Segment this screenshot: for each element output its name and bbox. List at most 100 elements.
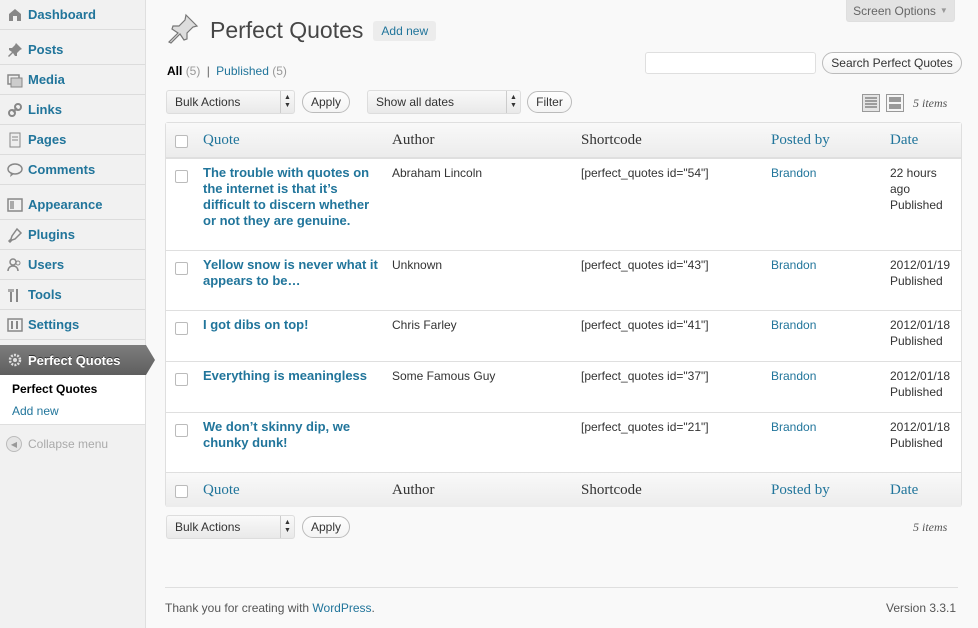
column-author: Author [392, 132, 435, 148]
row-checkbox[interactable] [175, 424, 188, 437]
quote-link[interactable]: The trouble with quotes on the internet … [203, 165, 381, 229]
users-icon [6, 256, 24, 274]
table-row: The trouble with quotes on the internet … [166, 158, 961, 250]
footer-divider [165, 587, 958, 588]
quote-link[interactable]: Yellow snow is never what it appears to … [203, 257, 381, 289]
column-date[interactable]: Date [890, 132, 918, 149]
search-button[interactable]: Search Perfect Quotes [822, 52, 962, 74]
sidebar-item-label: Pages [28, 132, 67, 147]
filter-separator: | [206, 64, 210, 78]
status-cell: Published [890, 274, 943, 288]
pushpin-icon [166, 12, 200, 49]
posted-by-link[interactable]: Brandon [771, 317, 816, 333]
sidebar-item-label: Users [28, 257, 65, 272]
excerpt-view-icon[interactable] [886, 94, 904, 112]
bulk-actions-select-bottom[interactable]: Bulk Actions ▲ ▼ [166, 515, 295, 539]
quote-link[interactable]: Everything is meaningless [203, 368, 381, 384]
apply-button[interactable]: Apply [302, 91, 350, 113]
filter-all[interactable]: All [167, 64, 182, 78]
items-count: 5 items [913, 96, 948, 110]
list-view-icon[interactable] [862, 94, 880, 112]
sidebar-item-links[interactable]: Links [0, 95, 145, 125]
date-cell: 2012/01/19 [890, 258, 951, 272]
row-checkbox[interactable] [175, 262, 188, 275]
apply-button-bottom[interactable]: Apply [302, 516, 350, 538]
footer-thanks-text: Thank you for creating with [165, 601, 313, 615]
column-date[interactable]: Date [890, 482, 918, 499]
submenu: Perfect Quotes Add new [0, 375, 145, 425]
collapse-arrow-icon: ◀ [6, 436, 22, 452]
posted-by-link[interactable]: Brandon [771, 257, 816, 273]
sidebar-item-appearance[interactable]: Appearance [0, 190, 145, 220]
wordpress-link[interactable]: WordPress [312, 601, 371, 615]
posted-by-link[interactable]: Brandon [771, 165, 816, 181]
filter-all-count: (5) [185, 64, 201, 78]
sidebar-item-tools[interactable]: Tools [0, 280, 145, 310]
page-header: Perfect Quotes Add new [166, 12, 437, 49]
column-quote[interactable]: Quote [203, 482, 240, 499]
status-filter-links: All (5) | Published (5) [167, 64, 287, 78]
status-cell: Published [890, 436, 943, 450]
gear-icon [6, 351, 24, 369]
search-input[interactable] [645, 52, 816, 74]
add-new-button[interactable]: Add new [373, 20, 437, 41]
screen-options-button[interactable]: Screen Options ▼ [846, 0, 955, 22]
table-row: Everything is meaningless Some Famous Gu… [166, 361, 961, 412]
author-cell: Abraham Lincoln [392, 166, 483, 180]
select-arrows-icon: ▲ ▼ [280, 91, 294, 113]
sidebar-item-perfect-quotes[interactable]: Perfect Quotes [0, 345, 155, 375]
quote-link[interactable]: We don’t skinny dip, we chunky dunk! [203, 419, 381, 451]
table-row: Yellow snow is never what it appears to … [166, 250, 961, 310]
column-author: Author [392, 482, 435, 498]
date-cell: 2012/01/18 [890, 318, 951, 332]
sidebar-item-dashboard[interactable]: Dashboard [0, 0, 145, 30]
sidebar-item-label: Appearance [28, 197, 103, 212]
sidebar-item-label: Perfect Quotes [28, 352, 121, 368]
pushpin-icon [6, 41, 24, 59]
row-checkbox[interactable] [175, 170, 188, 183]
column-posted-by[interactable]: Posted by [771, 132, 830, 149]
plugin-icon [6, 226, 24, 244]
sidebar-item-label: Dashboard [28, 7, 96, 22]
select-all-checkbox[interactable] [175, 135, 188, 148]
dates-select[interactable]: Show all dates ▲ ▼ [367, 90, 521, 114]
status-cell: Published [890, 385, 943, 399]
posted-by-link[interactable]: Brandon [771, 419, 816, 435]
author-cell: Chris Farley [392, 318, 457, 332]
bulk-actions-label: Bulk Actions [175, 95, 241, 109]
table-header: Quote Author Shortcode Posted by Date [166, 123, 961, 158]
comment-icon [6, 161, 24, 179]
table-footer: Quote Author Shortcode Posted by Date [166, 472, 961, 507]
bulk-actions-select[interactable]: Bulk Actions ▲ ▼ [166, 90, 295, 114]
posted-by-link[interactable]: Brandon [771, 368, 816, 384]
collapse-menu[interactable]: ◀ Collapse menu [6, 436, 108, 452]
sidebar-item-label: Plugins [28, 227, 75, 242]
pages-icon [6, 131, 24, 149]
column-quote[interactable]: Quote [203, 132, 240, 149]
sidebar-item-settings[interactable]: Settings [0, 310, 145, 340]
status-cell: Published [890, 198, 943, 212]
sidebar-item-label: Media [28, 72, 65, 87]
sidebar-item-plugins[interactable]: Plugins [0, 220, 145, 250]
submenu-perfect-quotes[interactable]: Perfect Quotes [12, 382, 97, 396]
column-posted-by[interactable]: Posted by [771, 482, 830, 499]
sidebar-item-users[interactable]: Users [0, 250, 145, 280]
date-cell: 2012/01/18 [890, 369, 951, 383]
filter-published[interactable]: Published [216, 64, 269, 78]
row-checkbox[interactable] [175, 322, 188, 335]
sidebar-item-label: Settings [28, 317, 80, 332]
quote-link[interactable]: I got dibs on top! [203, 317, 381, 333]
filter-button[interactable]: Filter [527, 91, 572, 113]
bulk-actions-label: Bulk Actions [175, 520, 241, 534]
sidebar-item-media[interactable]: Media [0, 65, 145, 95]
author-cell: Unknown [392, 258, 443, 272]
sidebar-item-posts[interactable]: Posts [0, 35, 145, 65]
table-row: I got dibs on top! Chris Farley [perfect… [166, 310, 961, 361]
select-all-checkbox[interactable] [175, 485, 188, 498]
footer-thanks: Thank you for creating with WordPress. [165, 601, 375, 615]
date-cell: 2012/01/18 [890, 420, 951, 434]
row-checkbox[interactable] [175, 373, 188, 386]
submenu-add-new[interactable]: Add new [12, 404, 59, 418]
sidebar-item-comments[interactable]: Comments [0, 155, 145, 185]
sidebar-item-pages[interactable]: Pages [0, 125, 145, 155]
